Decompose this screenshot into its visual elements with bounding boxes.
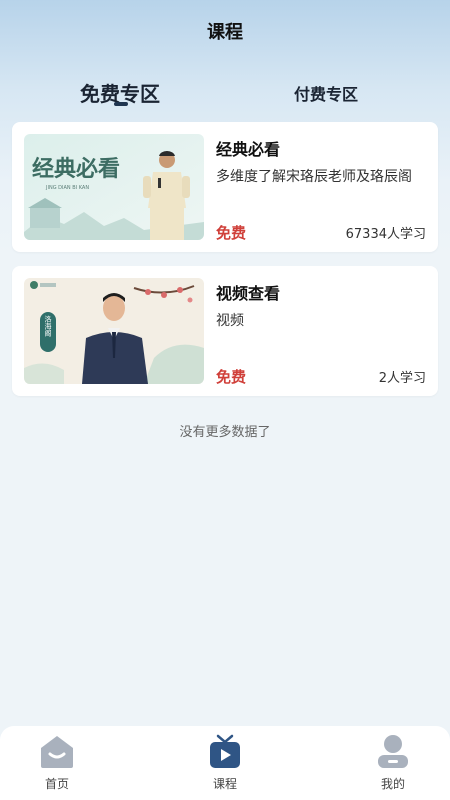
- course-card[interactable]: 经典必看 JING DIAN BI KAN 经典必看 多维度了解宋珞辰老师及珞辰…: [12, 122, 438, 252]
- thumb-title-text: 经典必看: [32, 156, 120, 182]
- course-title: 视频查看: [216, 284, 281, 303]
- course-learners: 2人学习: [378, 371, 426, 386]
- course-thumbnail: 洛海阁: [24, 278, 204, 384]
- user-icon: [378, 735, 408, 768]
- course-price: 免费: [216, 224, 247, 242]
- list-end-message: 没有更多数据了: [179, 425, 271, 440]
- course-title: 经典必看: [216, 140, 281, 159]
- tab-paid-zone[interactable]: 付费专区: [294, 81, 358, 105]
- tv-icon: [210, 734, 240, 768]
- course-price: 免费: [216, 368, 247, 386]
- course-subtitle: 视频: [216, 313, 244, 329]
- tabbar-item-course[interactable]: 课程: [170, 726, 280, 800]
- tabbar-label-home: 首页: [44, 777, 69, 791]
- active-tab-indicator: [114, 102, 128, 106]
- tabbar-label-course: 课程: [212, 777, 237, 791]
- course-learners: 67334人学习: [345, 227, 426, 242]
- course-thumbnail: 经典必看 JING DIAN BI KAN: [24, 134, 204, 240]
- tabbar-label-mine: 我的: [380, 777, 405, 791]
- tabbar-item-mine[interactable]: 我的: [338, 726, 448, 800]
- thumb-pinyin-text: JING DIAN BI KAN: [45, 185, 89, 191]
- tabbar-item-home[interactable]: 首页: [2, 726, 112, 800]
- home-icon: [41, 736, 73, 768]
- course-card[interactable]: 洛海阁 视频查看 视频 免费 2人学习: [12, 266, 438, 396]
- course-subtitle: 多维度了解宋珞辰老师及珞辰阁: [216, 169, 412, 185]
- page-title: 课程: [207, 22, 243, 43]
- bottom-tab-bar: 首页 课程 我的: [0, 726, 450, 800]
- thumb-badge-text: 洛海阁: [44, 315, 52, 338]
